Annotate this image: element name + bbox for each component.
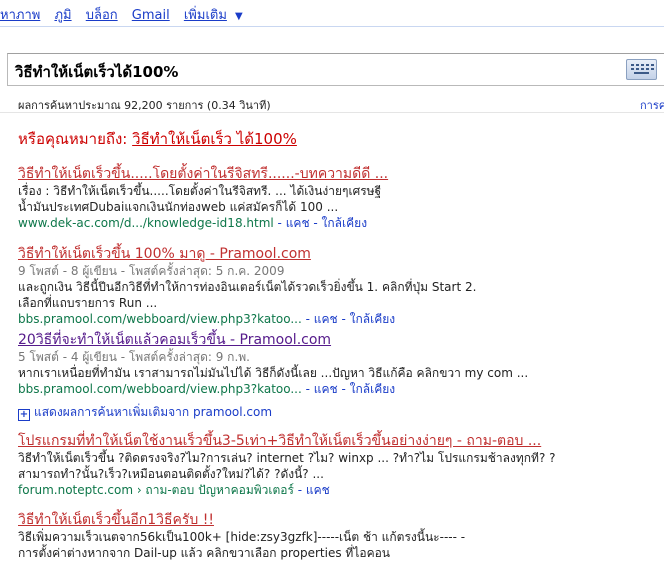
more-results-label[interactable]: แสดงผลการค้นหาเพิ่มเติมจาก pramool.com (34, 405, 272, 419)
nav-gmail-link[interactable]: Gmail (132, 8, 170, 23)
result-snippet: เรื่อง : วิธีทำให้เน็ตเร็วขึ้น.....โดยตั… (18, 184, 382, 198)
did-you-mean-label: หรือคุณหมายถึง: (18, 130, 133, 148)
nav-more-link[interactable]: เพิ่มเติม (184, 8, 227, 23)
result-url-text: bbs.pramool.com/webboard/view.php3?katoo… (18, 312, 302, 326)
nav-divider (0, 26, 664, 27)
result-cache-links[interactable]: - แคช - ใกล้เคียง (302, 382, 396, 396)
nav-blogs-link[interactable]: บล็อก (86, 8, 118, 23)
result-snippet: วิธีเพิ่มความเร็วเนตจาก56kเป็น100k+ [hid… (18, 530, 466, 544)
nav-images-link[interactable]: หาภาพ (0, 8, 40, 23)
result-url-text: www.dek-ac.com/d.../knowledge-id18.html (18, 216, 274, 230)
result-title-link[interactable]: 20วิธีที่จะทำให้เน็ตแล้วคอมเร็วขึ้น - Pr… (18, 331, 528, 349)
result-title-link[interactable]: โปรแกรมที่ทำให้เน็ตใช้งานเร็วขึ้น3-5เท่า… (18, 432, 556, 450)
top-navigation: หาภาพ ภูมิ บล็อก Gmail เพิ่มเติม ▼ (0, 4, 253, 24)
result-url: bbs.pramool.com/webboard/view.php3?katoo… (18, 381, 528, 397)
result-url: www.dek-ac.com/d.../knowledge-id18.html … (18, 215, 388, 231)
result-url: forum.noteptc.com › ถาม-ตอบ ปัญหาคอมพิวเ… (18, 482, 556, 498)
search-result: วิธีทำให้เน็ตเร็วขึ้น.....โดยตั้งค่าในรี… (18, 165, 388, 231)
result-meta: 9 โพสต์ - 8 ผู้เขียน - โพสต์ครั้งล่าสุด:… (18, 264, 285, 278)
result-snippet: และถูกเงิน วิธีนี้ปีนอีกวิธีที่ทำให้การท… (18, 280, 477, 294)
result-snippet: การตั้งค่าต่างหากจาก Dail-up แล้ว คลิกขว… (18, 546, 390, 560)
result-snippet: สามารถทำ?นั้น?เร็ว?เหมือนตอนติดตั้ง?ใหม่… (18, 467, 324, 481)
result-snippet: เลือกที่แถบรายการ Run ... (18, 296, 158, 310)
nav-maps-link[interactable]: ภูมิ (54, 8, 71, 23)
stats-divider (0, 112, 664, 113)
result-snippet: น้ำมันประเทศDubaiแจกเงินนักท่องweb แค่สม… (18, 200, 339, 214)
keyboard-icon[interactable] (626, 59, 657, 80)
result-snippet: หากเราเหนื่อยที่ทำมัน เราสามารถไม่มันไปไ… (18, 366, 529, 380)
result-snippet: วิธีทำให้เน็ตเร็วขึ้น ?ติดตรงจริง?ไม?การ… (18, 451, 556, 465)
result-url-text: forum.noteptc.com › ถาม-ตอบ ปัญหาคอมพิวเ… (18, 483, 294, 497)
more-results-link[interactable]: + แสดงผลการค้นหาเพิ่มเติมจาก pramool.com (18, 403, 272, 422)
result-title-link[interactable]: วิธีทำให้เน็ตเร็วขึ้น 100% มาดู - Pramoo… (18, 245, 476, 263)
plus-icon[interactable]: + (18, 409, 30, 421)
did-you-mean-suggestion[interactable]: วิธีทำให้เน็ตเร็ว ได้100% (132, 130, 297, 148)
search-result: 20วิธีที่จะทำให้เน็ตแล้วคอมเร็วขึ้น - Pr… (18, 331, 528, 397)
result-url: bbs.pramool.com/webboard/view.php3?katoo… (18, 311, 476, 327)
result-cache-links[interactable]: - แคช (294, 483, 330, 497)
did-you-mean: หรือคุณหมายถึง: วิธีทำให้เน็ตเร็ว ได้100… (18, 127, 297, 151)
search-input[interactable]: วิธีทำให้เน็ตเร็วได้100% (7, 53, 664, 86)
search-result: วิธีทำให้เน็ตเร็วขึ้น 100% มาดู - Pramoo… (18, 245, 476, 327)
search-query[interactable]: วิธีทำให้เน็ตเร็วได้100% (15, 60, 178, 84)
result-cache-links[interactable]: - แคช - ใกล้เคียง (302, 312, 396, 326)
result-title-link[interactable]: วิธีทำให้เน็ตเร็วขึ้น.....โดยตั้งค่าในรี… (18, 165, 388, 183)
result-cache-links[interactable]: - แคช - ใกล้เคียง (274, 216, 368, 230)
search-result: โปรแกรมที่ทำให้เน็ตใช้งานเร็วขึ้น3-5เท่า… (18, 432, 556, 498)
chevron-down-icon[interactable]: ▼ (235, 11, 243, 22)
result-title-link[interactable]: วิธีทำให้เน็ตเร็วขึ้นอีก1วิธีครับ !! (18, 511, 465, 529)
result-url-text: bbs.pramool.com/webboard/view.php3?katoo… (18, 382, 302, 396)
result-meta: 5 โพสต์ - 4 ผู้เขียน - โพสต์ครั้งล่าสุด:… (18, 350, 250, 364)
